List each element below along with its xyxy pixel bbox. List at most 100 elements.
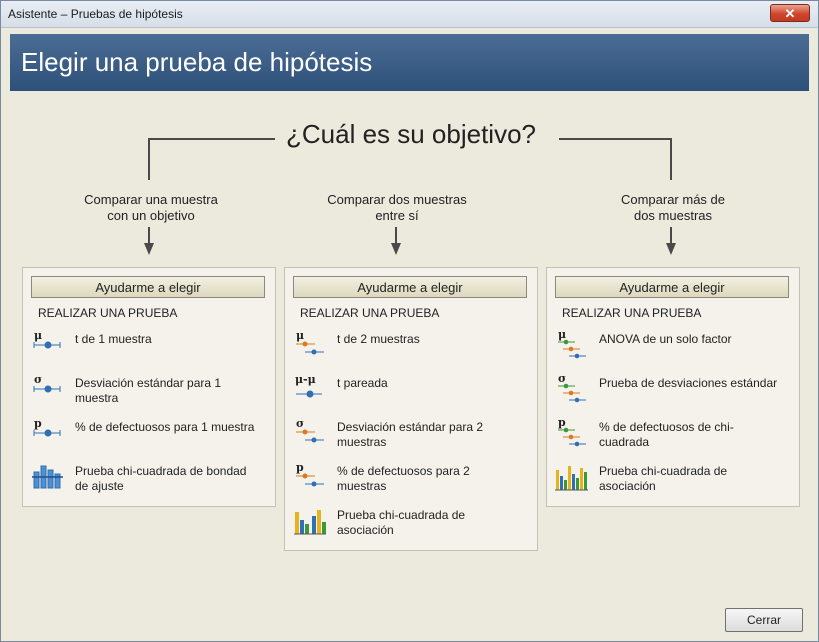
test-item-label-line: Prueba chi-cuadrada de — [337, 508, 466, 522]
test-item-label-line: cuadrada — [599, 435, 650, 449]
icon-symbol: μ — [558, 330, 566, 341]
branch-two-samples: Comparar dos muestras entre sí — [297, 192, 497, 224]
icon-symbol: p — [34, 418, 42, 430]
connector-line — [148, 227, 150, 243]
icon-symbol: μ-μ — [295, 374, 316, 386]
test-item-label-line: muestras — [337, 435, 387, 449]
arrow-down-icon — [144, 243, 154, 255]
test-item-label-line: % de defectuosos para 1 muestra — [75, 420, 255, 434]
icon-symbol: μ — [34, 330, 42, 342]
multi-bar-chart-icon — [555, 466, 588, 491]
dialog-window: Asistente – Pruebas de hipótesis ✕ Elegi… — [0, 0, 819, 642]
grouped-bar-chart-icon — [294, 510, 326, 535]
test-item-label-line: muestras — [337, 479, 387, 493]
test-item-chi-square-association[interactable]: Prueba chi-cuadrada de asociación — [555, 462, 793, 498]
test-item-label: % de defectuosos de chi- cuadrada — [599, 420, 799, 450]
branch-one-sample: Comparar una muestra con un objetivo — [51, 192, 251, 224]
test-item-1-sample-defectives[interactable]: p % de defectuosos para 1 muestra — [31, 418, 269, 454]
test-item-1-sample-std-dev[interactable]: σ Desviación estándar para 1 muestra — [31, 374, 269, 410]
window-close-button[interactable]: ✕ — [770, 4, 810, 22]
panel-two-samples: Ayudarme a elegir REALIZAR UNA PRUEBA μ … — [284, 267, 538, 551]
bar-chart-icon — [32, 465, 63, 489]
test-item-label-line: de ajuste — [75, 479, 124, 493]
test-item-paired-t[interactable]: μ-μ t pareada — [293, 374, 531, 410]
test-item-2-sample-std-dev[interactable]: σ Desviación estándar para 2 muestras — [293, 418, 531, 454]
branch-label: dos muestras — [633, 208, 713, 223]
close-button[interactable]: Cerrar — [725, 608, 803, 632]
test-item-label-line: Desviación estándar para 1 — [75, 376, 222, 390]
page-title: Elegir una prueba de hipótesis — [21, 47, 373, 77]
test-item-chi-square-association[interactable]: Prueba chi-cuadrada de asociación — [293, 506, 531, 542]
branch-label: Comparar una muestra — [84, 192, 218, 207]
test-item-label: Desviación estándar para 2 muestras — [337, 420, 537, 450]
test-item-chi-square-defectives[interactable]: p % de defectuosos de chi- cuadrada — [555, 418, 793, 454]
test-item-label: t de 1 muestra — [75, 332, 275, 347]
mu-one-sample-icon: μ — [33, 330, 61, 349]
test-item-label-line: Prueba chi-cuadrada de — [599, 464, 728, 478]
test-item-label: Desviación estándar para 1 muestra — [75, 376, 275, 406]
test-item-label-line: asociación — [599, 479, 656, 493]
test-item-label-line: asociación — [337, 523, 394, 537]
test-item-std-dev-test[interactable]: σ Prueba de desviaciones estándar — [555, 374, 793, 410]
title-bar[interactable]: Asistente – Pruebas de hipótesis ✕ — [1, 1, 818, 28]
branch-label: Comparar dos muestras — [327, 192, 467, 207]
mu-paired-icon: μ-μ — [295, 374, 322, 398]
test-item-2-sample-t[interactable]: μ t de 2 muestras — [293, 330, 531, 366]
sigma-two-sample-icon: σ — [296, 418, 324, 443]
test-item-label-line: Prueba de desviaciones estándar — [599, 376, 778, 390]
test-item-label: Prueba chi-cuadrada de asociación — [599, 464, 799, 494]
sigma-multi-sample-icon: σ — [558, 374, 586, 403]
branch-label: con un objetivo — [107, 208, 195, 223]
connector-line — [148, 138, 275, 140]
panel-more-samples: Ayudarme a elegir REALIZAR UNA PRUEBA μ … — [546, 267, 800, 507]
icon-symbol: σ — [34, 374, 42, 386]
connector-line — [670, 227, 672, 243]
panel-heading: REALIZAR UNA PRUEBA — [38, 306, 178, 320]
test-item-label-line: % de defectuosos de chi- — [599, 420, 734, 434]
mu-multi-sample-icon: μ — [558, 330, 586, 359]
help-me-choose-button[interactable]: Ayudarme a elegir — [293, 276, 527, 298]
icon-symbol: σ — [296, 418, 304, 430]
branch-label: Comparar más de — [620, 192, 726, 207]
arrow-down-icon — [666, 243, 676, 255]
panel-heading: REALIZAR UNA PRUEBA — [300, 306, 440, 320]
test-item-label: Prueba chi-cuadrada de bondad de ajuste — [75, 464, 275, 494]
icon-symbol: p — [296, 462, 304, 474]
p-multi-sample-icon: p — [558, 418, 586, 447]
p-one-sample-icon: p — [33, 418, 61, 437]
test-item-label: % de defectuosos para 2 muestras — [337, 464, 537, 494]
help-me-choose-button[interactable]: Ayudarme a elegir — [31, 276, 265, 298]
test-item-label-line: Desviación estándar para 2 — [337, 420, 484, 434]
test-item-label: t pareada — [337, 376, 537, 391]
panel-heading: REALIZAR UNA PRUEBA — [562, 306, 702, 320]
help-me-choose-button[interactable]: Ayudarme a elegir — [555, 276, 789, 298]
test-item-label-line: t de 1 muestra — [75, 332, 152, 346]
test-item-label: t de 2 muestras — [337, 332, 537, 347]
page-header: Elegir una prueba de hipótesis — [10, 34, 809, 91]
sigma-one-sample-icon: σ — [33, 374, 61, 393]
test-item-label: ANOVA de un solo factor — [599, 332, 799, 347]
branch-more-samples: Comparar más de dos muestras — [573, 192, 773, 224]
branch-label: entre sí — [375, 208, 419, 223]
test-item-label: % de defectuosos para 1 muestra — [75, 420, 275, 435]
test-item-label-line: t pareada — [337, 376, 388, 390]
objective-question: ¿Cuál es su objetivo? — [285, 119, 537, 149]
arrow-down-icon — [391, 243, 401, 255]
test-item-label-line: ANOVA de un solo factor — [599, 332, 732, 346]
test-item-label-line: muestra — [75, 391, 119, 405]
test-item-2-sample-defectives[interactable]: p % de defectuosos para 2 muestras — [293, 462, 531, 498]
window-title: Asistente – Pruebas de hipótesis — [8, 7, 183, 21]
icon-symbol: μ — [296, 330, 304, 342]
icon-symbol: p — [558, 418, 566, 429]
connector-line — [670, 138, 672, 180]
icon-symbol: σ — [558, 374, 566, 385]
test-item-label: Prueba chi-cuadrada de asociación — [337, 508, 537, 538]
connector-line — [148, 138, 150, 180]
test-item-label: Prueba de desviaciones estándar — [599, 376, 799, 391]
connector-line — [395, 227, 397, 243]
test-item-goodness-of-fit[interactable]: Prueba chi-cuadrada de bondad de ajuste — [31, 462, 269, 498]
test-item-1-sample-t[interactable]: μ t de 1 muestra — [31, 330, 269, 366]
connector-line — [559, 138, 672, 140]
test-item-one-way-anova[interactable]: μ ANOVA de un solo factor — [555, 330, 793, 366]
test-item-label-line: Prueba chi-cuadrada de bondad — [75, 464, 247, 478]
